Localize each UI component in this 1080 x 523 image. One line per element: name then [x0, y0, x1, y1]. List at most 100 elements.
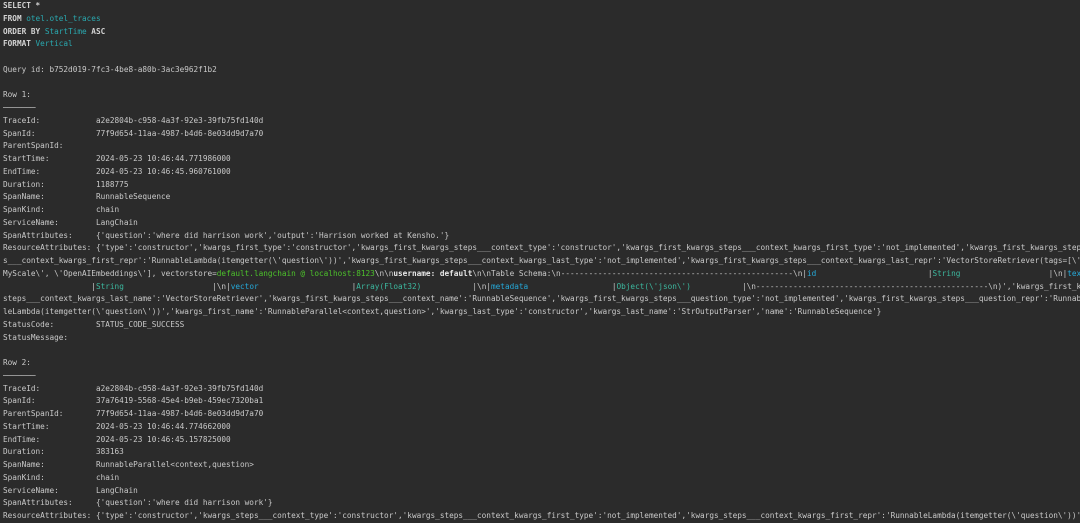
text-segment: FROM — [3, 13, 27, 23]
text-segment: ─────── — [3, 103, 36, 112]
text-segment: TraceId: a2e2804b-c958-4a3f-92e3-39fb75f… — [3, 383, 264, 393]
output-line: Duration: 383163 — [3, 446, 1080, 459]
output-line: SpanId: 37a76419-5568-45e4-b9eb-459ec732… — [3, 395, 1080, 408]
text-segment: vector — [230, 281, 259, 291]
output-line: SpanName: RunnableParallel<context,quest… — [3, 459, 1080, 472]
text-segment: Row 2: — [3, 358, 31, 367]
text-segment: StatusMessage: — [3, 332, 69, 342]
output-line: Row 2: — [3, 357, 1080, 370]
text-segment: ServiceName: LangChain — [3, 485, 138, 495]
text-segment: | — [816, 268, 933, 278]
output-line: TraceId: a2e2804b-c958-4a3f-92e3-39fb75f… — [3, 383, 1080, 396]
text-segment: Duration: 383163 — [3, 447, 124, 457]
text-segment: ORDER BY — [3, 26, 45, 36]
output-line: SpanName: RunnableSequence — [3, 191, 1080, 204]
text-segment: s___context_kwargs_first_repr':'Runnable… — [3, 256, 1080, 265]
text-segment: ResourceAttributes: {'type':'constructor… — [3, 511, 1080, 520]
text-segment: SpanName: RunnableParallel<context,quest… — [3, 460, 254, 469]
output-line: SpanKind: chain — [3, 204, 1080, 217]
text-segment: SpanKind: chain — [3, 472, 120, 482]
output-line: StatusMessage: — [3, 332, 1080, 345]
text-segment: Vertical — [35, 39, 73, 49]
text-segment: \n\nTable Schema:\n---------------------… — [472, 268, 807, 278]
text-segment: SELECT * — [3, 1, 41, 10]
text-segment: | — [258, 281, 357, 291]
output-line: s___context_kwargs_first_repr':'Runnable… — [3, 255, 1080, 268]
output-line: ServiceName: LangChain — [3, 217, 1080, 230]
text-segment: SpanKind: chain — [3, 205, 120, 214]
output-line: SpanAttributes: {'question':'where did h… — [3, 497, 1080, 510]
text-segment: StartTime — [44, 26, 87, 36]
text-segment: FORMAT — [3, 39, 36, 49]
output-line: ServiceName: LangChain — [3, 485, 1080, 498]
text-segment: \n\n — [374, 268, 394, 278]
output-line: ResourceAttributes: {'type':'constructor… — [3, 242, 1080, 255]
output-line: StatusCode: STATUS_CODE_SUCCESS — [3, 319, 1080, 332]
text-segment: Array(Float32) — [356, 281, 422, 291]
output-line: FROM otel.otel_traces — [3, 13, 1080, 26]
text-segment: leLambda(itemgetter(\'question\'))','kwa… — [3, 307, 882, 316]
text-segment: Object(\'json\') — [616, 281, 691, 291]
text-segment: Query id: b752d019-7fc3-4be8-a80b-3ac3e9… — [3, 64, 217, 74]
output-line: ORDER BY StartTime ASC — [3, 26, 1080, 39]
text-segment: SpanName: RunnableSequence — [3, 192, 171, 202]
text-segment: ParentSpanId: — [3, 141, 64, 151]
output-line: EndTime: 2024-05-23 10:46:45.960761000 — [3, 166, 1080, 179]
output-line: StartTime: 2024-05-23 10:46:44.771986000 — [3, 153, 1080, 166]
text-segment: EndTime: 2024-05-23 10:46:45.157825000 — [3, 434, 231, 444]
text-segment: EndTime: 2024-05-23 10:46:45.960761000 — [3, 166, 231, 176]
text-segment: otel.otel_traces — [26, 13, 101, 23]
output-line: ParentSpanId: — [3, 140, 1080, 153]
text-segment: | — [3, 281, 96, 291]
text-segment: |\n| — [123, 281, 231, 291]
text-segment: Row 1: — [3, 90, 31, 100]
text-segment: | — [528, 281, 617, 291]
text-segment: |\n| — [421, 281, 491, 291]
output-line: ─────── — [3, 370, 1080, 383]
output-line: leLambda(itemgetter(\'question\'))','kwa… — [3, 306, 1080, 319]
output-line: FORMAT Vertical — [3, 38, 1080, 51]
text-segment: StatusCode: STATUS_CODE_SUCCESS — [3, 319, 185, 329]
text-segment: String — [932, 268, 961, 278]
output-line: Duration: 1188775 — [3, 179, 1080, 192]
text-segment: |\n| — [960, 268, 1068, 278]
output-line: TraceId: a2e2804b-c958-4a3f-92e3-39fb75f… — [3, 115, 1080, 128]
text-segment: SpanId: 77f9d654-11aa-4987-b4d6-8e03dd9d… — [3, 128, 264, 138]
output-line: SpanId: 77f9d654-11aa-4987-b4d6-8e03dd9d… — [3, 128, 1080, 141]
text-segment: SpanId: 37a76419-5568-45e4-b9eb-459ec732… — [3, 396, 264, 406]
text-segment: username: default — [393, 268, 473, 278]
output-line: MyScale\', \'OpenAIEmbeddings\'], vector… — [3, 268, 1080, 281]
text-segment: TraceId: a2e2804b-c958-4a3f-92e3-39fb75f… — [3, 115, 264, 125]
text-segment: ServiceName: LangChain — [3, 217, 138, 227]
text-segment: SpanAttributes: {'question':'where did h… — [3, 230, 450, 240]
text-segment: Duration: 1188775 — [3, 179, 129, 189]
output-line: EndTime: 2024-05-23 10:46:45.157825000 — [3, 434, 1080, 447]
text-segment: default.langchain @ localhost:8123 — [216, 268, 375, 278]
output-line: Query id: b752d019-7fc3-4be8-a80b-3ac3e9… — [3, 64, 1080, 77]
text-segment: MyScale\', \'OpenAIEmbeddings\'], vector… — [3, 268, 217, 278]
text-segment: |\n-------------------------------------… — [690, 281, 1080, 291]
text-segment: ParentSpanId: 77f9d654-11aa-4987-b4d6-8e… — [3, 409, 264, 418]
text-segment: StartTime: 2024-05-23 10:46:44.771986000 — [3, 154, 231, 163]
text-segment: steps___context_kwargs_last_name':'Vecto… — [3, 294, 1080, 304]
output-line: SpanAttributes: {'question':'where did h… — [3, 230, 1080, 243]
text-segment: ─────── — [3, 370, 36, 380]
output-line: StartTime: 2024-05-23 10:46:44.774662000 — [3, 421, 1080, 434]
text-segment: SpanAttributes: {'question':'where did h… — [3, 498, 273, 508]
output-line: SpanKind: chain — [3, 472, 1080, 485]
text-segment: text — [1067, 268, 1080, 278]
text-segment: id — [807, 268, 817, 278]
text-segment: String — [95, 281, 124, 291]
text-segment: StartTime: 2024-05-23 10:46:44.774662000 — [3, 421, 231, 431]
output-line: steps___context_kwargs_last_name':'Vecto… — [3, 293, 1080, 306]
output-line: Row 1: — [3, 89, 1080, 102]
output-line: SELECT * — [3, 0, 1080, 13]
output-line: |String |\n|vector |Array(Float32) |\n|m… — [3, 281, 1080, 294]
terminal-output: SELECT * FROM otel.otel_traces ORDER BY St… — [3, 0, 1080, 523]
output-line: ─────── — [3, 102, 1080, 115]
text-segment: ASC — [86, 26, 106, 36]
text-segment: metadata — [491, 281, 529, 291]
